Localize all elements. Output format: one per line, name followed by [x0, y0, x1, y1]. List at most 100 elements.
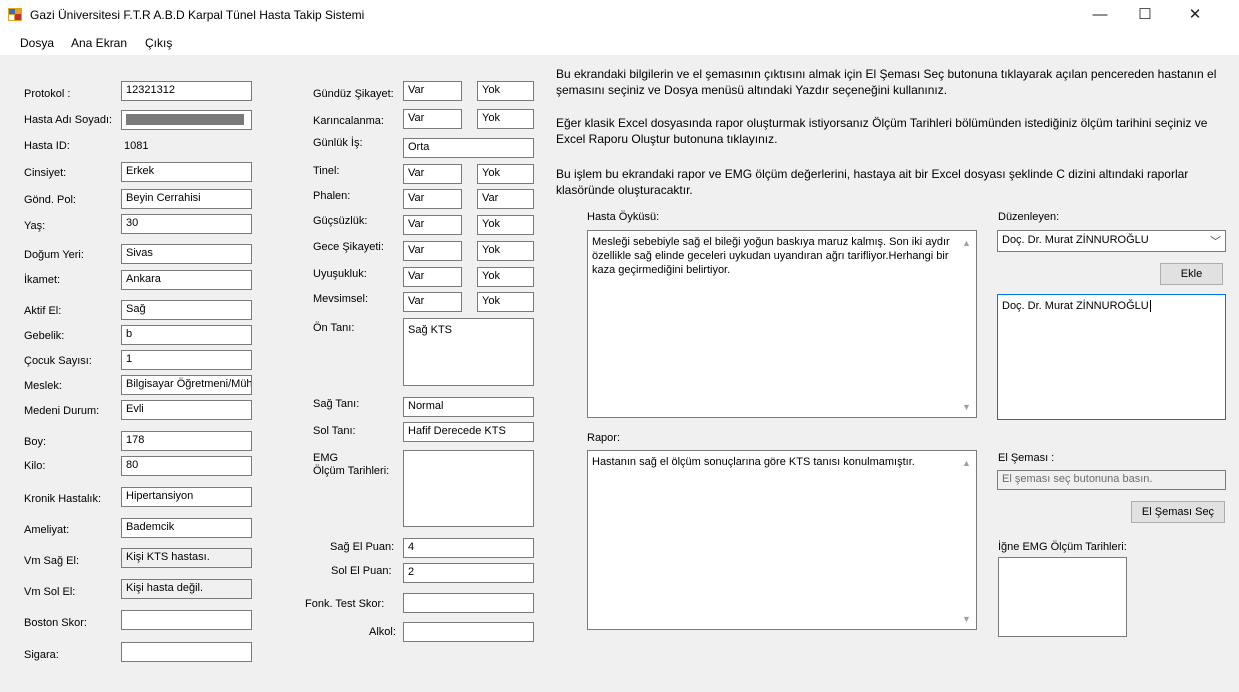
pregnancy-input[interactable]: b	[121, 325, 252, 345]
seasonal-label: Mevsimsel:	[313, 293, 369, 305]
vm-right-label: Vm Sağ El:	[24, 555, 80, 567]
patient-id-label: Hasta ID:	[24, 140, 70, 152]
left-diagnosis-label: Sol Tanı:	[313, 425, 356, 437]
children-input[interactable]: 1	[121, 350, 252, 370]
emg-label-line2: Ölçüm Tarihleri:	[313, 465, 390, 477]
select-hand-schema-button[interactable]: El Şeması Seç	[1131, 501, 1225, 523]
gender-label: Cinsiyet:	[24, 167, 67, 179]
daily-work-input[interactable]: Orta	[403, 138, 534, 158]
scroll-down-icon[interactable]: ▼	[958, 612, 975, 626]
left-score-input[interactable]: 2	[403, 563, 534, 583]
maximize-button[interactable]: ☐	[1130, 4, 1160, 26]
func-test-input[interactable]	[403, 593, 534, 613]
sent-pol-label: Gönd. Pol:	[24, 194, 76, 206]
night-complaint-b[interactable]: Yok	[477, 241, 534, 261]
add-editor-button[interactable]: Ekle	[1160, 263, 1223, 285]
report-textarea[interactable]: Hastanın sağ el ölçüm sonuçlarına göre K…	[587, 450, 977, 630]
tingling-a[interactable]: Var	[403, 109, 462, 129]
emg-dates-list[interactable]	[403, 450, 534, 527]
residence-input[interactable]: Ankara	[121, 270, 252, 290]
alcohol-input[interactable]	[403, 622, 534, 642]
editor-select[interactable]: Doç. Dr. Murat ZİNNUROĞLU ﹀	[997, 230, 1226, 252]
info-paragraph-1: Bu ekrandaki bilgilerin ve el şemasının …	[556, 67, 1217, 97]
patient-id-value: 1081	[124, 140, 149, 152]
func-test-label: Fonk. Test Skor:	[305, 598, 385, 610]
numbness-b[interactable]: Yok	[477, 267, 534, 287]
app-icon	[8, 8, 22, 21]
pre-diagnosis-text: Sağ KTS	[408, 324, 453, 336]
tinel-b[interactable]: Yok	[477, 164, 534, 184]
surgery-input[interactable]: Bademcik	[121, 518, 252, 538]
day-complaint-a[interactable]: Var	[403, 81, 462, 101]
surgery-label: Ameliyat:	[24, 524, 70, 536]
history-label: Hasta Öyküsü:	[587, 211, 660, 223]
age-input[interactable]: 30	[121, 214, 252, 234]
smoking-input[interactable]	[121, 642, 252, 662]
residence-label: İkamet:	[24, 274, 61, 286]
scroll-up-icon[interactable]: ▲	[958, 236, 975, 250]
vm-right-input[interactable]: Kişi KTS hastası.	[121, 548, 252, 568]
history-textarea[interactable]: Mesleği sebebiyle sağ el bileği yoğun ba…	[587, 230, 977, 418]
scroll-down-icon[interactable]: ▼	[958, 400, 975, 414]
phalen-b[interactable]: Var	[477, 189, 534, 209]
birthplace-input[interactable]: Sivas	[121, 244, 252, 264]
seasonal-b[interactable]: Yok	[477, 292, 534, 312]
editor-list-text: Doç. Dr. Murat ZİNNUROĞLU	[1002, 300, 1149, 312]
gender-input[interactable]: Erkek	[121, 162, 252, 182]
scroll-up-icon[interactable]: ▲	[958, 456, 975, 470]
chronic-input[interactable]: Hipertansiyon	[121, 487, 252, 507]
patient-name-input[interactable]	[121, 110, 252, 130]
chevron-down-icon: ﹀	[1210, 236, 1221, 248]
emg-label-line1: EMG	[313, 452, 339, 464]
pre-diagnosis-textarea[interactable]: Sağ KTS	[403, 318, 534, 386]
report-label: Rapor:	[587, 432, 621, 444]
phalen-a[interactable]: Var	[403, 189, 462, 209]
menu-main-screen[interactable]: Ana Ekran	[71, 36, 127, 50]
close-button[interactable]: ✕	[1180, 4, 1210, 26]
hand-schema-label: El Şeması :	[998, 452, 1055, 464]
job-input[interactable]: Bilgisayar Öğretmeni/Mühe	[121, 375, 252, 395]
history-scrollbar[interactable]: ▲ ▼	[958, 232, 975, 416]
report-scrollbar[interactable]: ▲ ▼	[958, 452, 975, 628]
hand-schema-input[interactable]: El şeması seç butonuna basın.	[997, 470, 1226, 490]
protocol-input[interactable]: 12321312	[121, 81, 252, 101]
redacted-name	[126, 114, 244, 126]
boston-label: Boston Skor:	[24, 617, 87, 629]
tinel-a[interactable]: Var	[403, 164, 462, 184]
height-input[interactable]: 178	[121, 431, 252, 451]
tingling-label: Karıncalanma:	[313, 115, 384, 127]
title-bar: Gazi Üniversitesi F.T.R A.B.D Karpal Tün…	[0, 0, 1239, 30]
right-score-input[interactable]: 4	[403, 538, 534, 558]
menu-exit[interactable]: Çıkış	[145, 36, 172, 50]
day-complaint-b[interactable]: Yok	[477, 81, 534, 101]
birthplace-label: Doğum Yeri:	[24, 249, 84, 261]
weight-input[interactable]: 80	[121, 456, 252, 476]
sent-pol-input[interactable]: Beyin Cerrahisi	[121, 189, 252, 209]
weakness-b[interactable]: Yok	[477, 215, 534, 235]
editor-list-textarea[interactable]: Doç. Dr. Murat ZİNNUROĞLU	[997, 294, 1226, 420]
seasonal-a[interactable]: Var	[403, 292, 462, 312]
menu-file[interactable]: Dosya	[20, 36, 54, 50]
weakness-a[interactable]: Var	[403, 215, 462, 235]
tingling-b[interactable]: Yok	[477, 109, 534, 129]
needle-emg-dates-list[interactable]	[998, 557, 1127, 637]
vm-left-label: Vm Sol El:	[24, 586, 76, 598]
left-diagnosis-input[interactable]: Hafif Derecede KTS	[403, 422, 534, 442]
minimize-button[interactable]: —	[1085, 4, 1115, 26]
right-score-label: Sağ El Puan:	[330, 541, 395, 553]
info-paragraph-2: Eğer klasik Excel dosyasında rapor oluşt…	[556, 116, 1208, 146]
numbness-label: Uyuşukluk:	[313, 268, 367, 280]
editor-selected-value: Doç. Dr. Murat ZİNNUROĞLU	[1002, 234, 1149, 246]
boston-input[interactable]	[121, 610, 252, 630]
right-diagnosis-input[interactable]: Normal	[403, 397, 534, 417]
left-score-label: Sol El Puan:	[331, 565, 392, 577]
patient-name-label: Hasta Adı Soyadı:	[24, 114, 113, 126]
numbness-a[interactable]: Var	[403, 267, 462, 287]
editor-label: Düzenleyen:	[998, 211, 1060, 223]
active-hand-input[interactable]: Sağ	[121, 300, 252, 320]
night-complaint-a[interactable]: Var	[403, 241, 462, 261]
marital-input[interactable]: Evli	[121, 400, 252, 420]
night-complaint-label: Gece Şikayeti:	[313, 241, 384, 253]
vm-left-input[interactable]: Kişi hasta değil.	[121, 579, 252, 599]
alcohol-label: Alkol:	[369, 626, 396, 638]
